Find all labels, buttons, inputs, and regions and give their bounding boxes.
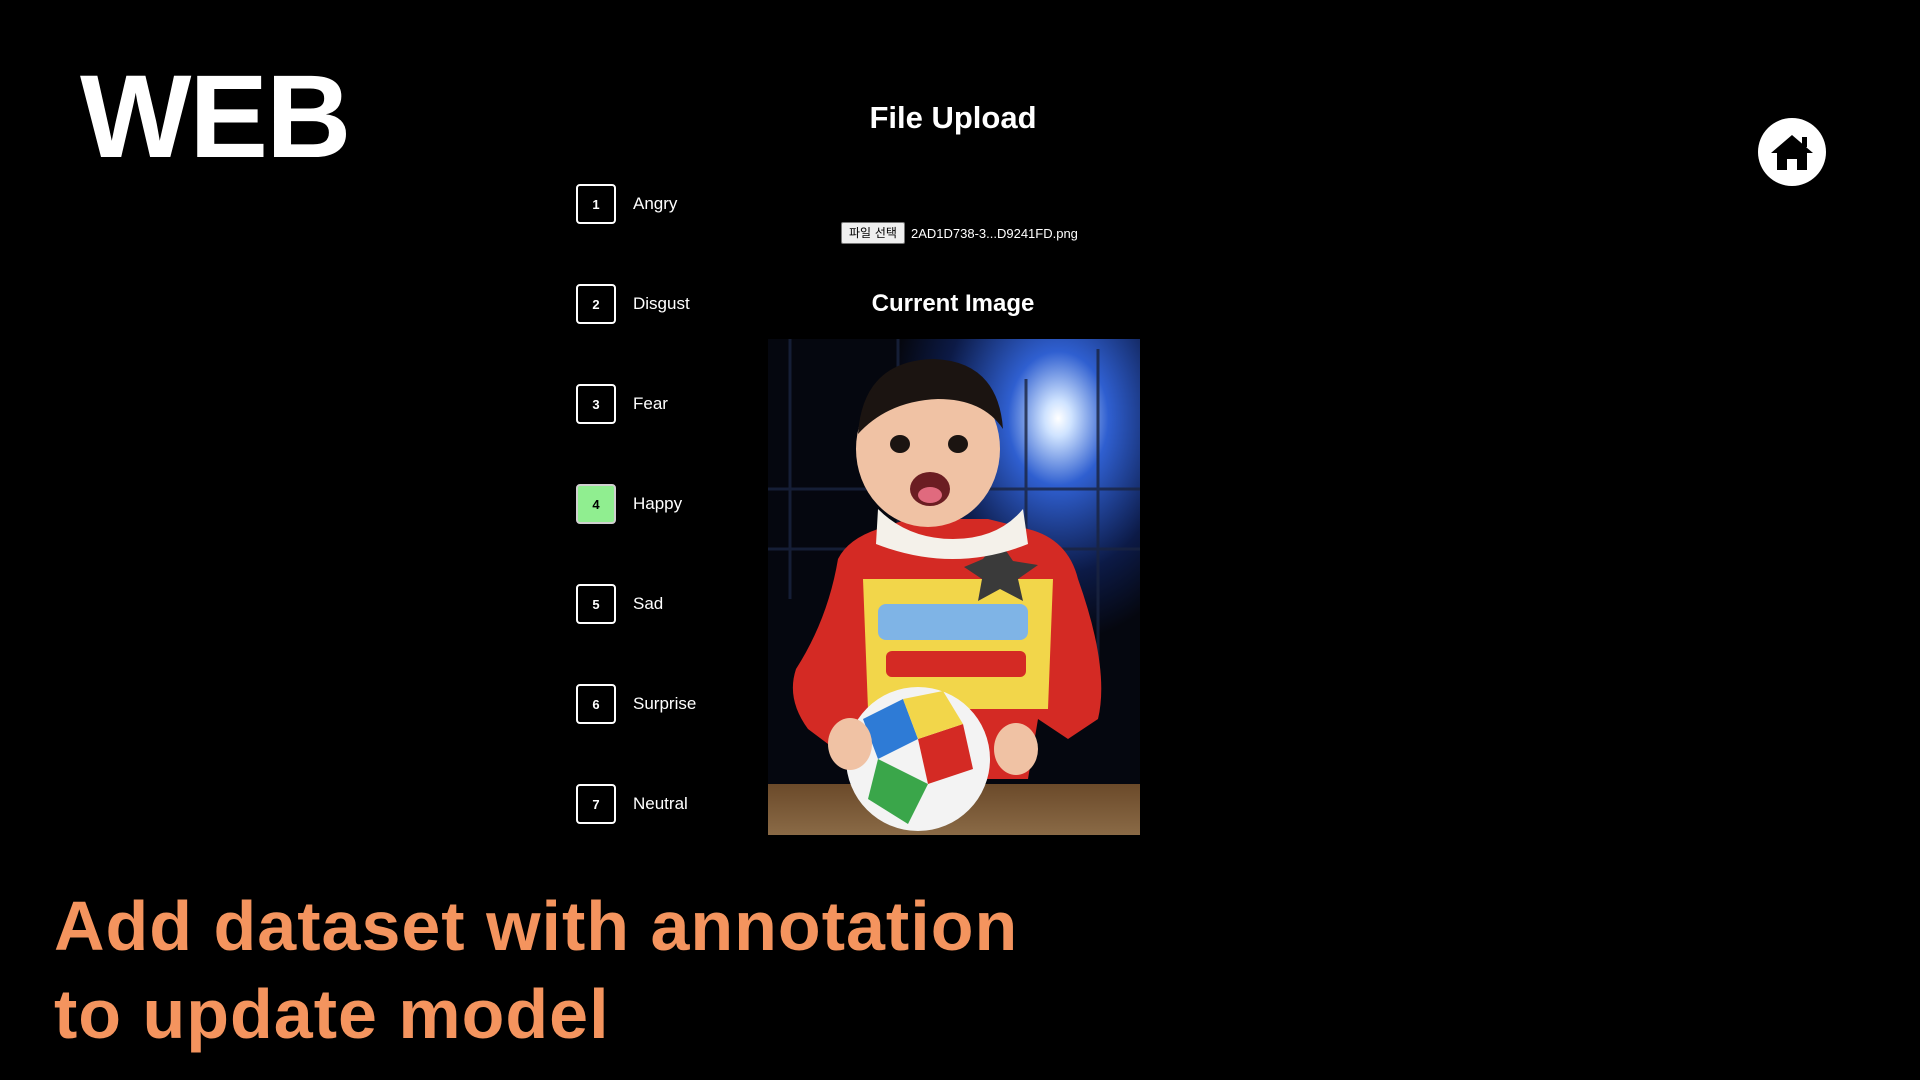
emotion-label: Angry	[633, 194, 678, 213]
emotion-item-surprise[interactable]: 6 Surprise	[576, 684, 696, 724]
emotion-label: Happy	[633, 494, 683, 513]
slide-caption: Add dataset with annotation to update mo…	[54, 882, 1018, 1058]
emotion-item-angry[interactable]: 1 Angry	[576, 184, 677, 224]
emotion-key-box[interactable]: 3	[576, 384, 616, 424]
home-icon	[1769, 132, 1815, 172]
caption-line-1: Add dataset with annotation	[54, 887, 1019, 965]
home-button[interactable]	[1758, 118, 1826, 186]
emotion-item-sad[interactable]: 5 Sad	[576, 584, 663, 624]
emotion-label: Neutral	[633, 794, 688, 813]
emotion-item-happy[interactable]: 4 Happy	[576, 484, 682, 524]
emotion-item-neutral[interactable]: 7 Neutral	[576, 784, 688, 824]
emotion-key-box[interactable]: 7	[576, 784, 616, 824]
choose-file-button[interactable]: 파일 선택	[841, 222, 905, 244]
emotion-label: Surprise	[633, 694, 697, 713]
caption-line-2: to update model	[54, 975, 610, 1053]
file-upload-title: File Upload	[869, 100, 1037, 135]
current-image-title: Current Image	[871, 290, 1035, 317]
selected-file-name: 2AD1D738-3...D9241FD.png	[910, 225, 1078, 241]
emotion-item-disgust[interactable]: 2 Disgust	[576, 284, 690, 324]
emotion-label: Sad	[633, 594, 664, 613]
slide-title: WEB	[80, 51, 351, 183]
emotion-key-box[interactable]: 4	[576, 484, 616, 524]
emotion-item-fear[interactable]: 3 Fear	[576, 384, 668, 424]
file-upload-control: 파일 선택 2AD1D738-3...D9241FD.png	[841, 222, 1078, 244]
current-image	[768, 339, 1140, 835]
emotion-label: Disgust	[633, 294, 690, 313]
slide: WEB File Upload 파일 선택 2AD1D738-3...D9241…	[0, 0, 1920, 1080]
emotion-key-box[interactable]: 6	[576, 684, 616, 724]
emotion-label: Fear	[633, 394, 668, 413]
emotion-key-box[interactable]: 1	[576, 184, 616, 224]
emotion-key-box[interactable]: 5	[576, 584, 616, 624]
emotion-key-box[interactable]: 2	[576, 284, 616, 324]
